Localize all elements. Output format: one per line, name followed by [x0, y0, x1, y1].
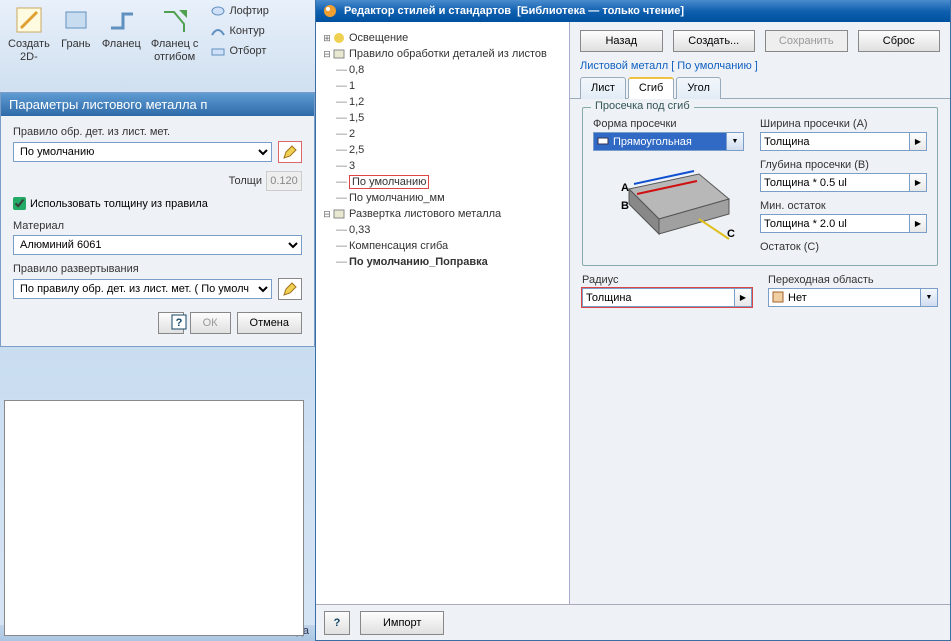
material-select[interactable]: Алюминий 6061	[13, 235, 302, 255]
loft-button[interactable]: Лофтир	[208, 2, 270, 20]
relief-shape-label: Форма просечки	[593, 118, 744, 130]
spinner-icon[interactable]: ▶	[910, 214, 927, 233]
main-pane: Назад Создать... Сохранить Сброс Листово…	[570, 22, 950, 638]
spinner-icon[interactable]: ▶	[910, 132, 927, 151]
radius-label: Радиус	[582, 274, 752, 286]
tree-leaf[interactable]: По умолчанию_мм	[349, 192, 445, 204]
style-tree[interactable]: ⊞ Освещение ⊟ Правило обработки деталей из…	[320, 30, 565, 270]
spinner-icon[interactable]: ▶	[735, 288, 752, 307]
relief-fieldset: Просечка под сгиб Форма просечки Прямоуг…	[582, 107, 938, 266]
tree-leaf[interactable]: 1,5	[349, 112, 364, 124]
relief-legend: Просечка под сгиб	[591, 100, 694, 112]
remnant-c-label: Остаток (C)	[760, 241, 927, 253]
svg-text:A: A	[621, 182, 629, 194]
reset-button[interactable]: Сброс	[858, 30, 941, 52]
flange-bend-button[interactable]: Фланец с отгибом	[147, 2, 203, 66]
tree-node-unfold[interactable]: Развертка листового металла	[349, 208, 501, 220]
contour-button[interactable]: Контур	[208, 22, 270, 40]
tree-leaf[interactable]: 3	[349, 160, 355, 172]
bevel-button[interactable]: Отборт	[208, 42, 270, 60]
relief-depth-label: Глубина просечки (B)	[760, 159, 927, 171]
breadcrumb-link[interactable]: [ По умолчанию ]	[671, 60, 758, 72]
content-area	[4, 400, 304, 636]
breadcrumb-link[interactable]: Листовой металл	[580, 60, 668, 72]
expand-icon[interactable]: ⊞	[322, 30, 332, 46]
svg-text:C: C	[727, 228, 735, 240]
relief-preview-icon: A B C	[599, 159, 739, 247]
help-button[interactable]: ?	[158, 312, 184, 334]
edit-unfold-button[interactable]	[278, 278, 302, 300]
tree-leaf[interactable]: 2,5	[349, 144, 364, 156]
help-button[interactable]: ?	[324, 611, 350, 635]
unfold-label: Правило развертывания	[13, 263, 302, 275]
tree-leaf[interactable]: По умолчанию_Поправка	[349, 256, 488, 268]
tree-leaf-selected[interactable]: По умолчанию	[349, 175, 429, 189]
style-editor-dialog: Редактор стилей и стандартов [Библиотека…	[315, 0, 951, 641]
relief-width-input[interactable]	[760, 132, 910, 151]
tree-node-lighting[interactable]: Освещение	[349, 32, 408, 44]
flange-button[interactable]: Фланец	[98, 2, 145, 53]
collapse-icon[interactable]: ⊟	[322, 206, 332, 222]
relief-depth-input[interactable]	[760, 173, 910, 192]
tree-leaf[interactable]: Компенсация сгиба	[349, 240, 448, 252]
app-icon	[322, 3, 338, 19]
ribbon-toolbar: Создать 2D- Грань Фланец Фланец с отгибо…	[0, 0, 315, 90]
tree-leaf[interactable]: 0,8	[349, 64, 364, 76]
tree-leaf[interactable]: 1	[349, 80, 355, 92]
style-editor-titlebar: Редактор стилей и стандартов [Библиотека…	[316, 0, 950, 22]
cancel-button[interactable]: Отмена	[237, 312, 302, 334]
tree-leaf[interactable]: 1,2	[349, 96, 364, 108]
use-thickness-label: Использовать толщину из правила	[30, 198, 208, 210]
sheet-metal-params-dialog: Параметры листового металла п Правило об…	[0, 92, 315, 347]
transition-label: Переходная область	[768, 274, 938, 286]
use-thickness-checkbox[interactable]	[13, 197, 26, 210]
save-button[interactable]: Сохранить	[765, 30, 848, 52]
svg-text:?: ?	[175, 317, 182, 329]
relief-width-label: Ширина просечки (A)	[760, 118, 927, 130]
collapse-icon[interactable]: ⊟	[322, 46, 332, 62]
tree-pane: ⊞ Освещение ⊟ Правило обработки деталей из…	[316, 22, 570, 638]
min-remnant-input[interactable]	[760, 214, 910, 233]
ok-button[interactable]: ОК	[190, 312, 231, 334]
min-remnant-label: Мин. остаток	[760, 200, 927, 212]
create-button[interactable]: Создать...	[673, 30, 756, 52]
material-label: Материал	[13, 220, 302, 232]
back-button[interactable]: Назад	[580, 30, 663, 52]
svg-text:B: B	[621, 200, 629, 212]
unfold-select[interactable]: По правилу обр. дет. из лист. мет. ( По …	[13, 279, 272, 299]
rule-select[interactable]: По умолчанию	[13, 142, 272, 162]
import-button[interactable]: Импорт	[360, 611, 444, 635]
breadcrumb: Листовой металл [ По умолчанию ]	[570, 56, 950, 76]
dialog-title: Параметры листового металла п	[1, 93, 314, 116]
thickness-input	[266, 171, 302, 191]
radius-input[interactable]	[582, 288, 735, 307]
face-button[interactable]: Грань	[56, 2, 96, 53]
thickness-label: Толщи	[229, 175, 262, 187]
tree-node-sheet-rule[interactable]: Правило обработки деталей из листов	[349, 48, 547, 60]
spinner-icon[interactable]: ▶	[910, 173, 927, 192]
rule-label: Правило обр. дет. из лист. мет.	[13, 126, 302, 138]
create-2d-button[interactable]: Создать 2D-	[4, 2, 54, 66]
dialog-bottom-bar: ? Импорт	[316, 604, 950, 640]
transition-dropdown[interactable]: ▼	[921, 288, 938, 307]
tab-bend[interactable]: Сгиб	[628, 77, 674, 99]
tab-sheet[interactable]: Лист	[580, 77, 626, 99]
tab-corner[interactable]: Угол	[676, 77, 721, 99]
edit-rule-button[interactable]	[278, 141, 302, 163]
relief-shape-dropdown[interactable]: ▼	[727, 132, 744, 151]
tree-leaf[interactable]: 2	[349, 128, 355, 140]
tree-leaf[interactable]: 0,33	[349, 224, 370, 236]
